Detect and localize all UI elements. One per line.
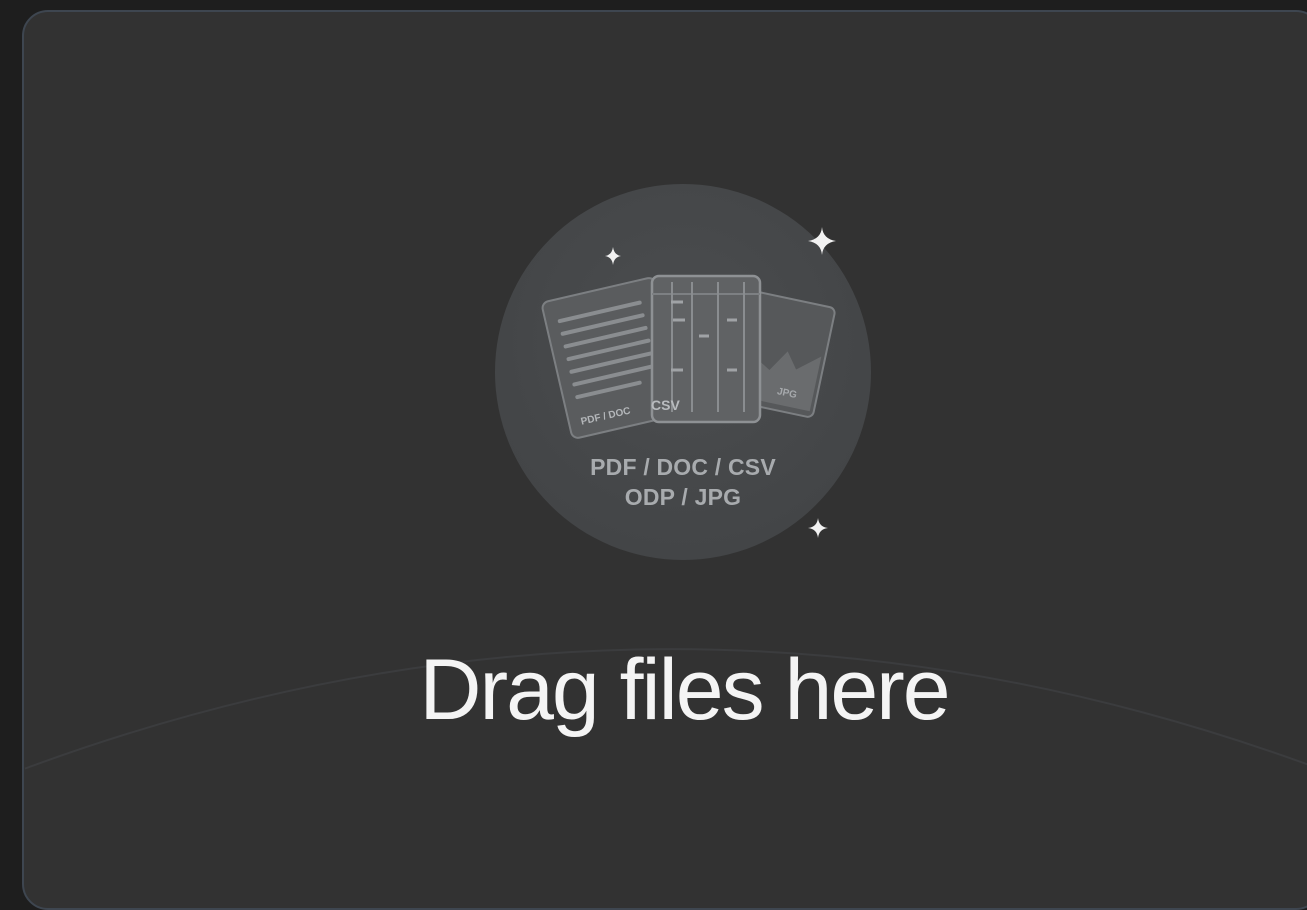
sparkle-icon	[605, 247, 621, 265]
supported-formats: PDF / DOC / CSV ODP / JPG	[495, 452, 871, 512]
drop-zone-title: Drag files here	[419, 642, 950, 738]
spreadsheet-icon: CSV	[650, 274, 762, 424]
sparkle-icon	[808, 227, 836, 255]
supported-formats-line-2: ODP / JPG	[624, 484, 742, 510]
spreadsheet-card-label: CSV	[651, 397, 680, 413]
supported-formats-line-1: PDF / DOC / CSV	[590, 454, 776, 480]
file-drop-zone[interactable]: PDF / DOC JPG CSV PDF / DOC / CSV ODP / …	[22, 10, 1307, 910]
sparkle-icon	[808, 518, 828, 538]
file-types-badge: PDF / DOC JPG CSV PDF / DOC / CSV ODP / …	[495, 184, 871, 560]
